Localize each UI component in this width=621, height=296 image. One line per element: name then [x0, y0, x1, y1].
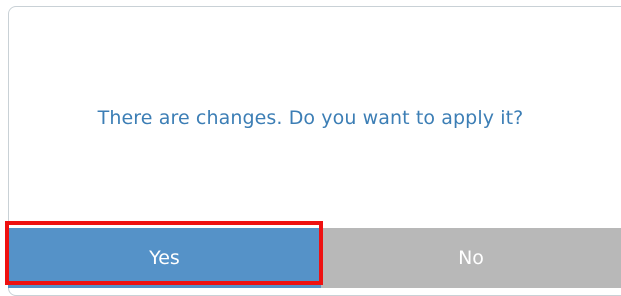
no-button-label: No — [458, 247, 484, 269]
no-button[interactable]: No — [321, 228, 621, 288]
yes-button-label: Yes — [149, 247, 180, 269]
dialog-message: There are changes. Do you want to apply … — [97, 107, 524, 129]
yes-button[interactable]: Yes — [8, 228, 321, 288]
